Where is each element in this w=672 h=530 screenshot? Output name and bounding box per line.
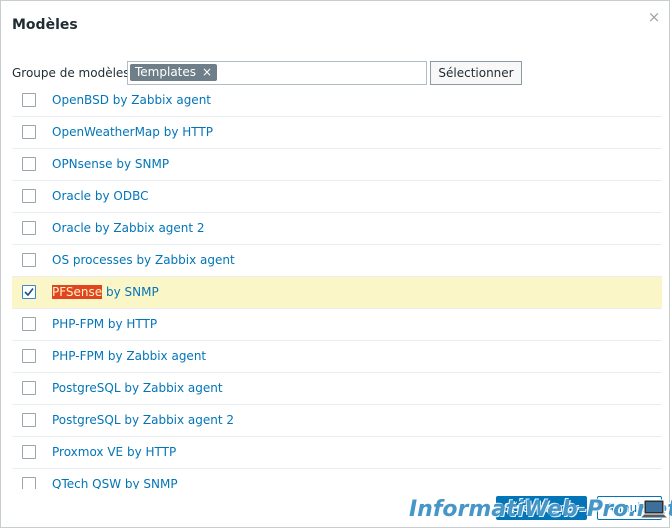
template-link[interactable]: PHP-FPM by HTTP [52, 317, 157, 331]
list-item: OpenWeatherMap by HTTP [12, 117, 662, 149]
template-link[interactable]: Oracle by Zabbix agent 2 [52, 221, 205, 235]
list-item-selected: PFSense by SNMP [12, 277, 662, 309]
templates-dialog: Modèles × Groupe de modèles Templates × … [0, 0, 672, 528]
row-checkbox[interactable] [22, 413, 36, 427]
template-link[interactable]: PFSense by SNMP [52, 285, 159, 299]
row-checkbox[interactable] [22, 477, 36, 489]
template-group-label: Groupe de modèles [12, 66, 130, 80]
list-item: OpenBSD by Zabbix agent [12, 87, 662, 117]
list-item: PHP-FPM by Zabbix agent [12, 341, 662, 373]
template-link[interactable]: OpenBSD by Zabbix agent [52, 93, 211, 107]
laptop-icon [639, 499, 669, 519]
row-checkbox[interactable] [22, 93, 36, 107]
row-checkbox[interactable] [22, 189, 36, 203]
list-item: PostgreSQL by Zabbix agent 2 [12, 405, 662, 437]
template-link[interactable]: PostgreSQL by Zabbix agent 2 [52, 413, 234, 427]
list-item: QTech QSW by SNMP [12, 469, 662, 489]
group-select-button[interactable]: Sélectionner [430, 61, 522, 85]
check-icon [24, 288, 34, 297]
row-checkbox[interactable] [22, 317, 36, 331]
template-link[interactable]: PHP-FPM by Zabbix agent [52, 349, 206, 363]
template-link[interactable]: OpenWeatherMap by HTTP [52, 125, 213, 139]
list-item: PostgreSQL by Zabbix agent [12, 373, 662, 405]
chip-remove-icon[interactable]: × [202, 64, 212, 81]
group-chip-label: Templates [135, 65, 197, 79]
template-link[interactable]: OS processes by Zabbix agent [52, 253, 235, 267]
row-checkbox[interactable] [22, 157, 36, 171]
template-link[interactable]: QTech QSW by SNMP [52, 477, 178, 489]
row-checkbox[interactable] [22, 125, 36, 139]
template-link[interactable]: Oracle by ODBC [52, 189, 148, 203]
group-chip-templates: Templates × [130, 64, 218, 81]
template-group-row: Groupe de modèles Templates × Sélectionn… [12, 61, 662, 85]
list-item: PHP-FPM by HTTP [12, 309, 662, 341]
list-item: OS processes by Zabbix agent [12, 245, 662, 277]
row-checkbox[interactable] [22, 445, 36, 459]
template-link[interactable]: Proxmox VE by HTTP [52, 445, 176, 459]
search-highlight: PFSense [52, 285, 103, 299]
template-list: OpenBSD by Zabbix agent OpenWeatherMap b… [12, 87, 662, 489]
close-icon[interactable]: × [647, 10, 661, 25]
list-item: Proxmox VE by HTTP [12, 437, 662, 469]
template-link[interactable]: PostgreSQL by Zabbix agent [52, 381, 223, 395]
dialog-title: Modèles [12, 17, 78, 33]
template-link-rest: by SNMP [102, 285, 159, 299]
row-checkbox[interactable] [22, 349, 36, 363]
row-checkbox[interactable] [22, 381, 36, 395]
row-checkbox[interactable] [22, 221, 36, 235]
row-checkbox-checked[interactable] [22, 285, 36, 299]
template-link[interactable]: OPNsense by SNMP [52, 157, 169, 171]
watermark-text: InformatiWeb-Pro.net [409, 497, 672, 522]
list-item: OPNsense by SNMP [12, 149, 662, 181]
row-checkbox[interactable] [22, 253, 36, 267]
list-item: Oracle by ODBC [12, 181, 662, 213]
list-item: Oracle by Zabbix agent 2 [12, 213, 662, 245]
template-group-multiselect[interactable]: Templates × [127, 61, 427, 85]
